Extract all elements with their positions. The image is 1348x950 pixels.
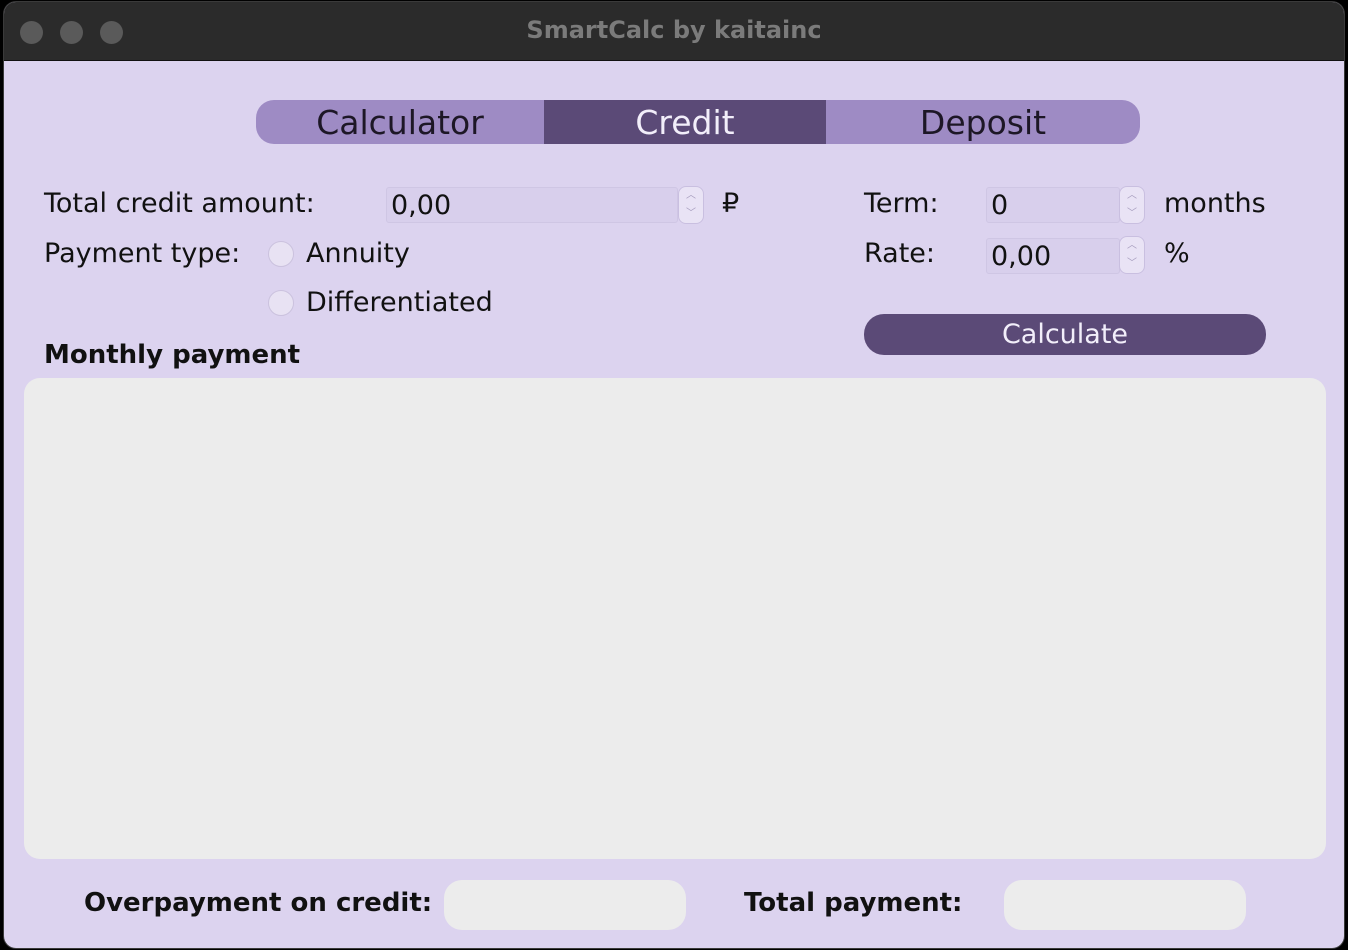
differentiated-radio[interactable] bbox=[268, 290, 294, 316]
stepper-down-icon[interactable]: ﹀ bbox=[686, 209, 696, 219]
tab-deposit[interactable]: Deposit bbox=[826, 100, 1140, 144]
term-unit: months bbox=[1164, 188, 1266, 219]
mode-tab-bar: Calculator Credit Deposit bbox=[256, 100, 1140, 144]
annuity-option-label[interactable]: Annuity bbox=[306, 238, 410, 269]
monthly-payment-table[interactable] bbox=[24, 378, 1326, 859]
total-payment-label: Total payment: bbox=[744, 888, 963, 918]
monthly-payment-heading: Monthly payment bbox=[44, 340, 301, 370]
differentiated-option-label[interactable]: Differentiated bbox=[306, 287, 493, 318]
rate-label: Rate: bbox=[864, 238, 936, 269]
total-credit-label: Total credit amount: bbox=[44, 188, 315, 219]
term-label: Term: bbox=[864, 188, 939, 219]
total-credit-input[interactable]: 0,00 bbox=[386, 187, 678, 223]
stepper-down-icon[interactable]: ﹀ bbox=[1127, 259, 1137, 269]
overpayment-field[interactable] bbox=[444, 880, 686, 930]
annuity-radio[interactable] bbox=[268, 241, 294, 267]
rate-stepper[interactable]: ︿ ﹀ bbox=[1119, 236, 1145, 274]
currency-symbol: ₽ bbox=[722, 188, 740, 219]
term-input[interactable]: 0 bbox=[986, 187, 1120, 223]
stepper-up-icon[interactable]: ︿ bbox=[1127, 241, 1137, 251]
tab-calculator[interactable]: Calculator bbox=[256, 100, 544, 144]
tab-credit[interactable]: Credit bbox=[544, 100, 826, 144]
overpayment-label: Overpayment on credit: bbox=[84, 888, 433, 918]
stepper-down-icon[interactable]: ﹀ bbox=[1127, 209, 1137, 219]
app-window: SmartCalc by kaitainc Calculator Credit … bbox=[4, 2, 1344, 948]
rate-input[interactable]: 0,00 bbox=[986, 238, 1120, 274]
window-title: SmartCalc by kaitainc bbox=[526, 16, 822, 44]
term-stepper[interactable]: ︿ ﹀ bbox=[1119, 186, 1145, 224]
payment-type-label: Payment type: bbox=[44, 238, 241, 269]
stepper-up-icon[interactable]: ︿ bbox=[1127, 191, 1137, 201]
total-payment-field[interactable] bbox=[1004, 880, 1246, 930]
calculate-button[interactable]: Calculate bbox=[864, 314, 1266, 355]
total-credit-stepper[interactable]: ︿ ﹀ bbox=[678, 186, 704, 224]
title-bar: SmartCalc by kaitainc bbox=[4, 2, 1344, 61]
stepper-up-icon[interactable]: ︿ bbox=[686, 191, 696, 201]
rate-unit: % bbox=[1164, 238, 1190, 269]
